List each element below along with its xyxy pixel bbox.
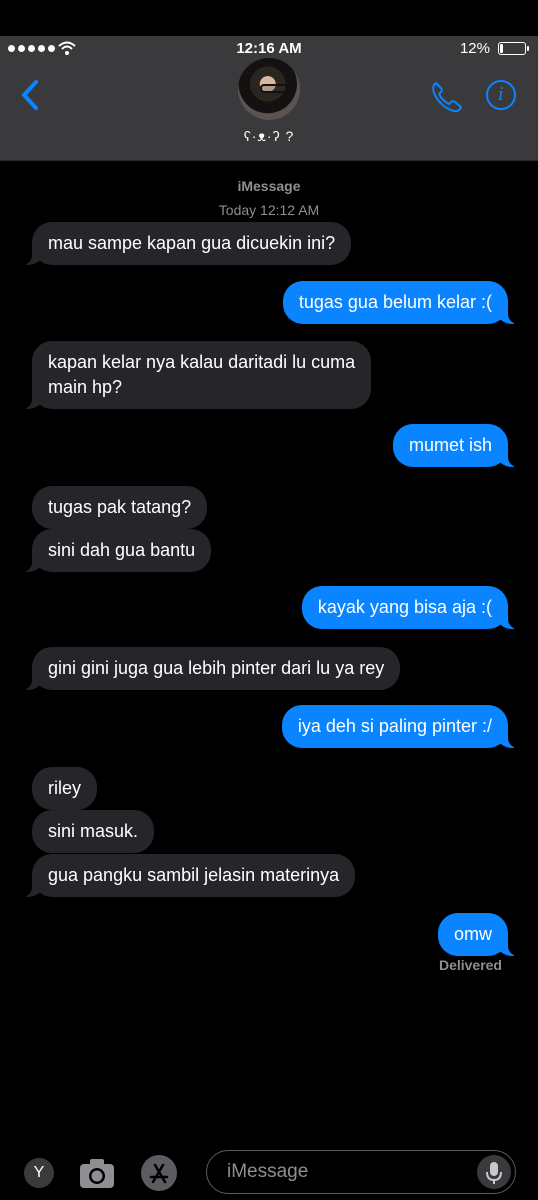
message-line: main hp? <box>48 377 123 397</box>
microphone-icon <box>486 1162 502 1184</box>
incoming-message[interactable]: riley <box>32 767 98 810</box>
outgoing-message[interactable]: mumet ish <box>392 424 521 467</box>
incoming-message[interactable]: gini gini juga gua lebih pinter dari lu … <box>19 647 401 690</box>
incoming-message[interactable]: kapan kelar nya kalau daritadi lu cuma m… <box>19 341 372 409</box>
outgoing-message[interactable]: omw <box>437 913 521 956</box>
avatar-glasses <box>260 84 288 93</box>
incoming-message[interactable]: sini masuk. <box>32 810 155 853</box>
phone-icon[interactable] <box>428 80 464 114</box>
back-chevron-icon[interactable] <box>18 78 44 112</box>
message-line: kapan kelar nya kalau daritadi lu cuma <box>48 352 356 372</box>
info-icon[interactable]: i <box>486 80 516 110</box>
incoming-message[interactable]: mau sampe kapan gua dicuekin ini? <box>19 222 352 265</box>
delivered-status: Delivered <box>438 957 502 973</box>
contact-name[interactable]: ʕ·ᴥ·ʔ ? <box>0 128 538 144</box>
outgoing-message[interactable]: kayak yang bisa aja :( <box>301 586 521 629</box>
app-store-icon[interactable] <box>141 1155 177 1191</box>
battery-percentage: 12% <box>459 40 490 57</box>
app-store-glyph-icon <box>149 1163 169 1184</box>
message-input-field[interactable] <box>206 1150 516 1194</box>
contact-avatar[interactable] <box>238 58 300 120</box>
status-time: 12:16 AM <box>236 40 302 57</box>
incoming-message[interactable]: tugas pak tatang? <box>32 486 208 529</box>
message-input[interactable] <box>225 1151 475 1192</box>
service-label: iMessage <box>237 178 301 194</box>
battery-icon <box>498 42 529 55</box>
thread-timestamp: Today 12:12 AM <box>218 202 320 218</box>
incoming-message[interactable]: gua pangku sambil jelasin materinya <box>19 854 356 897</box>
microphone-button[interactable] <box>477 1155 511 1189</box>
outgoing-message[interactable]: iya deh si paling pinter :/ <box>281 705 521 748</box>
app-drawer-button[interactable]: Y <box>24 1158 54 1188</box>
top-strip <box>0 0 538 36</box>
camera-icon[interactable] <box>78 1156 116 1190</box>
incoming-message[interactable]: sini dah gua bantu <box>19 529 212 572</box>
outgoing-message[interactable]: tugas gua belum kelar :( <box>282 281 521 324</box>
